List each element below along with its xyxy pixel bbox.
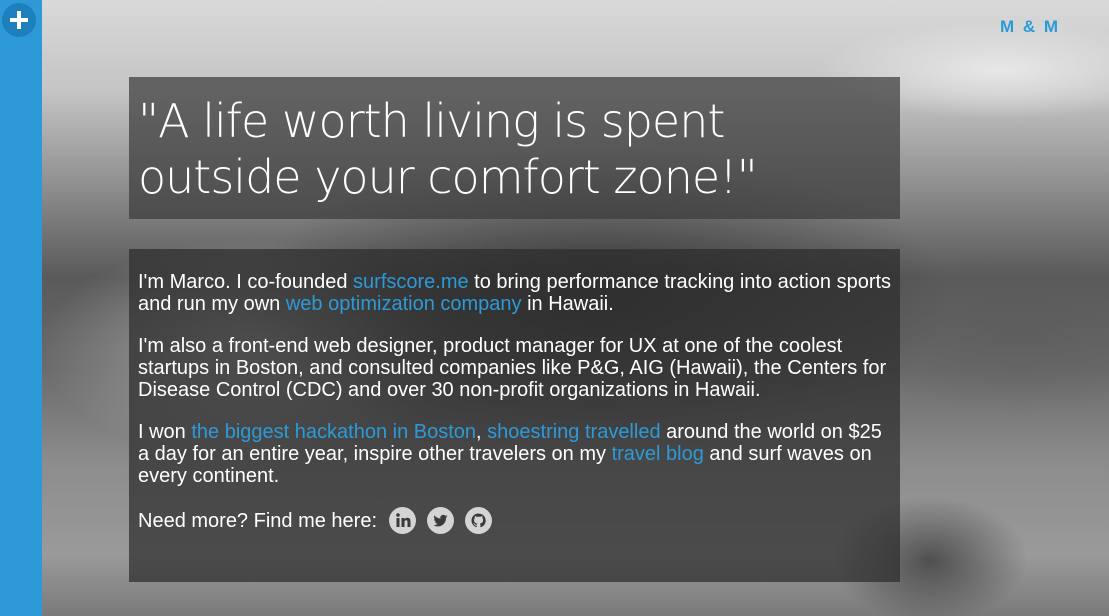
find-me-label: Need more? Find me here: — [138, 509, 378, 532]
sidebar — [0, 0, 42, 616]
social-links-row: Need more? Find me here: — [138, 507, 892, 534]
surfscore-link[interactable]: surfscore.me — [353, 271, 469, 293]
bio-panel: I'm Marco. I co-founded surfscore.me to … — [129, 249, 900, 582]
github-button[interactable] — [465, 507, 493, 534]
quote-panel: "A life worth living is spent outside yo… — [129, 77, 900, 219]
hero-quote: "A life worth living is spent outside yo… — [138, 94, 758, 204]
linkedin-button[interactable] — [389, 507, 417, 534]
twitter-button[interactable] — [427, 507, 455, 534]
menu-toggle-button[interactable] — [2, 3, 36, 37]
shoestring-travelled-link[interactable]: shoestring travelled — [487, 421, 660, 443]
bio-text: in Hawaii. — [521, 293, 614, 315]
hackathon-link[interactable]: the biggest hackathon in Boston — [191, 421, 476, 443]
bio-paragraph-3: I won the biggest hackathon in Boston, s… — [138, 421, 892, 487]
bio-text: , — [476, 421, 488, 443]
github-icon — [471, 513, 486, 528]
bio-text: I won — [138, 421, 192, 443]
bio-paragraph-1: I'm Marco. I co-founded surfscore.me to … — [138, 271, 892, 315]
linkedin-icon — [396, 513, 411, 527]
twitter-icon — [433, 514, 448, 527]
web-optimization-company-link[interactable]: web optimization company — [286, 293, 522, 315]
travel-blog-link[interactable]: travel blog — [612, 443, 704, 465]
brand-logo-link[interactable]: M & M — [1000, 17, 1060, 37]
bio-text: I'm Marco. I co-founded — [138, 271, 354, 293]
bio-paragraph-2: I'm also a front-end web designer, produ… — [138, 335, 887, 401]
plus-icon — [10, 11, 28, 29]
